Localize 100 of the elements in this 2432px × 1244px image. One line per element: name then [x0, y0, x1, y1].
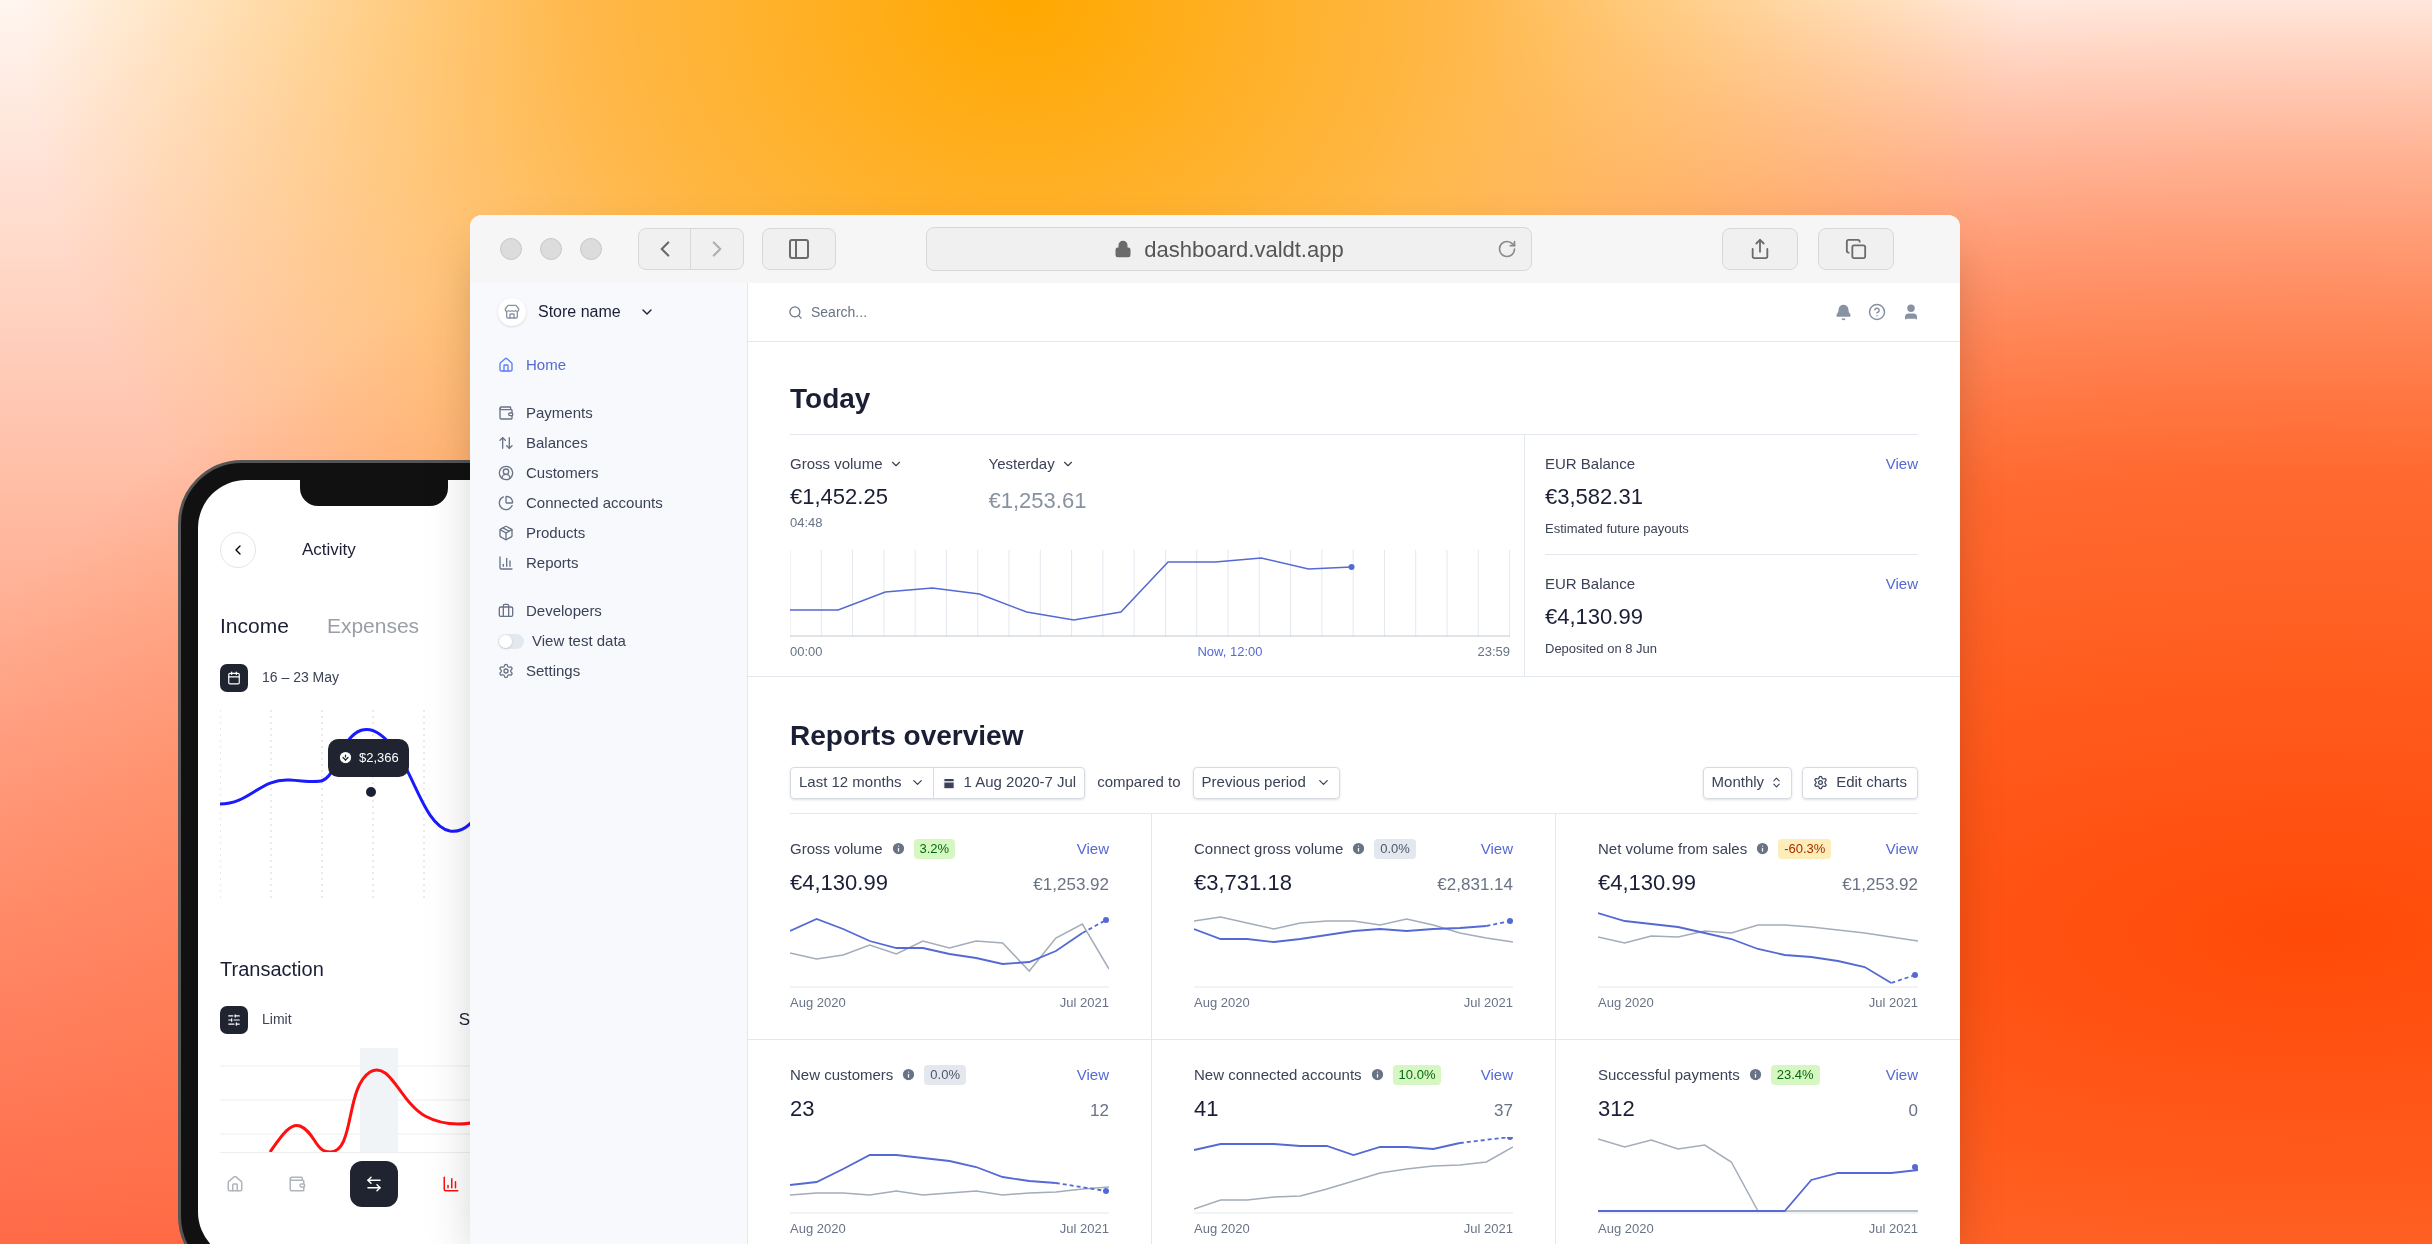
arrow-down-icon: [338, 750, 353, 765]
user-icon[interactable]: [1902, 303, 1920, 321]
change-badge: 0.0%: [1374, 839, 1416, 859]
change-badge: 23.4%: [1770, 1065, 1820, 1085]
nav-wallet-button[interactable]: [288, 1174, 306, 1193]
help-icon[interactable]: [1868, 303, 1886, 321]
interval-dropdown[interactable]: Monthly: [1702, 766, 1793, 799]
share-button[interactable]: [1722, 228, 1798, 270]
bar-chart-icon: [442, 1174, 460, 1193]
balance-value: €4,130.99: [1545, 602, 1644, 631]
balance-note: Deposited on 8 Jun: [1545, 639, 1659, 658]
metric-value: €3,731.18: [1194, 869, 1292, 897]
end-point: [1103, 1188, 1109, 1194]
previous-value: 37: [1494, 1100, 1513, 1122]
view-link[interactable]: View: [1076, 837, 1109, 860]
metric-time: 04:48: [790, 513, 824, 532]
section-title: Transaction: [220, 956, 325, 982]
axis-label: Jul 2021: [1059, 1220, 1109, 1238]
date-range-control[interactable]: Last 12 months 1 Aug 2020-7 Jul: [790, 766, 1086, 799]
metric-value: 23: [790, 1095, 815, 1123]
change-badge: 0.0%: [924, 1065, 966, 1085]
metric-value: 312: [1598, 1095, 1635, 1123]
axis-label: Aug 2020: [790, 1220, 846, 1238]
end-point: [1912, 972, 1918, 978]
share-icon: [1749, 238, 1771, 260]
tab[interactable]: Income: [220, 610, 289, 642]
end-point: [1507, 1137, 1513, 1140]
view-link[interactable]: View: [1885, 837, 1918, 860]
metric-value: 41: [1194, 1095, 1219, 1123]
metric-dropdown[interactable]: Gross volume: [790, 453, 903, 476]
change-badge: -60.3%: [1778, 839, 1832, 859]
change-badge: 3.2%: [913, 839, 956, 859]
notification-icon[interactable]: [1835, 303, 1852, 321]
end-point: [1348, 564, 1355, 570]
nav-transfer-button[interactable]: [350, 1160, 398, 1207]
info-icon: [1755, 841, 1771, 857]
nav-bar-chart-button[interactable]: [442, 1174, 460, 1193]
axis-label: Now, 12:00: [1197, 643, 1263, 661]
nav-item[interactable]: Payments: [498, 398, 747, 428]
metric-value: €4,130.99: [790, 869, 888, 897]
address-bar[interactable]: dashboard.valdt.app: [926, 227, 1532, 271]
nav-item[interactable]: Connected accounts: [498, 488, 747, 518]
toggle-switch[interactable]: [498, 633, 524, 649]
store-glyph-icon: [504, 304, 520, 320]
balance-label: EUR Balance: [1545, 574, 1636, 594]
card-title: Successful payments: [1598, 1064, 1740, 1085]
axis-label: Jul 2021: [1463, 1220, 1513, 1238]
info-icon: [901, 1067, 917, 1083]
axis-label: Jul 2021: [1059, 994, 1109, 1012]
settings-icon: [1813, 775, 1829, 790]
balance-value: €3,582.31: [1545, 482, 1644, 511]
nav-item[interactable]: Customers: [498, 458, 747, 488]
section-title: Today: [790, 342, 1918, 435]
nav-item[interactable]: Developers: [498, 596, 747, 626]
sidebar-toggle-button[interactable]: [762, 228, 836, 270]
card-title: Connect gross volume: [1194, 838, 1344, 859]
info-icon: [1747, 1067, 1763, 1083]
pie-icon: [498, 495, 514, 511]
tabs-icon: [1845, 238, 1867, 260]
filter-icon: [220, 1005, 248, 1034]
previous-value: €1,253.92: [1842, 874, 1918, 896]
section-title: Reports overview: [790, 718, 1025, 753]
transfer-icon: [365, 1174, 383, 1193]
cut-text: S: [458, 1008, 470, 1031]
tabs-button[interactable]: [1818, 228, 1894, 270]
nav-home-button[interactable]: [226, 1174, 244, 1193]
nav-item[interactable]: Products: [498, 518, 747, 548]
view-link[interactable]: View: [1076, 1063, 1109, 1086]
user-circle-icon: [498, 465, 514, 481]
previous-value: 12: [1090, 1100, 1109, 1122]
reload-icon[interactable]: [1497, 239, 1517, 259]
metric-value: €1,452.25: [790, 482, 889, 511]
view-link[interactable]: View: [1885, 1063, 1918, 1086]
box-icon: [498, 525, 514, 541]
compare-label: compared to: [1097, 772, 1181, 793]
nav-item[interactable]: Home: [498, 350, 747, 380]
view-link[interactable]: View: [1885, 573, 1918, 596]
view-link[interactable]: View: [1480, 1063, 1513, 1086]
comparison-dropdown[interactable]: Previous period: [1192, 766, 1340, 799]
sidebar-icon: [787, 237, 811, 261]
wallet-icon: [288, 1174, 306, 1193]
briefcase-icon: [498, 603, 514, 619]
tooltip: $2,366: [328, 738, 409, 777]
nav-item[interactable]: Reports: [498, 548, 747, 578]
balance-note: Estimated future payouts: [1545, 519, 1690, 538]
store-switcher[interactable]: Store name: [498, 298, 655, 326]
axis-label: Aug 2020: [1194, 1220, 1250, 1238]
end-point: [1103, 917, 1109, 923]
settings-icon: [498, 663, 514, 679]
nav-item[interactable]: Settings: [498, 656, 747, 686]
info-icon: [1369, 1067, 1385, 1083]
bar-chart-icon: [498, 555, 514, 571]
axis-label: 23:59: [1477, 643, 1510, 661]
nav-item[interactable]: Balances: [498, 428, 747, 458]
metric-value: €1,253.61: [988, 486, 1087, 515]
edit-charts-button[interactable]: Edit charts: [1802, 766, 1918, 799]
view-link[interactable]: View: [1885, 453, 1918, 476]
axis-label: 00:00: [790, 643, 823, 661]
view-link[interactable]: View: [1480, 837, 1513, 860]
metric-dropdown[interactable]: Yesterday: [988, 453, 1087, 476]
